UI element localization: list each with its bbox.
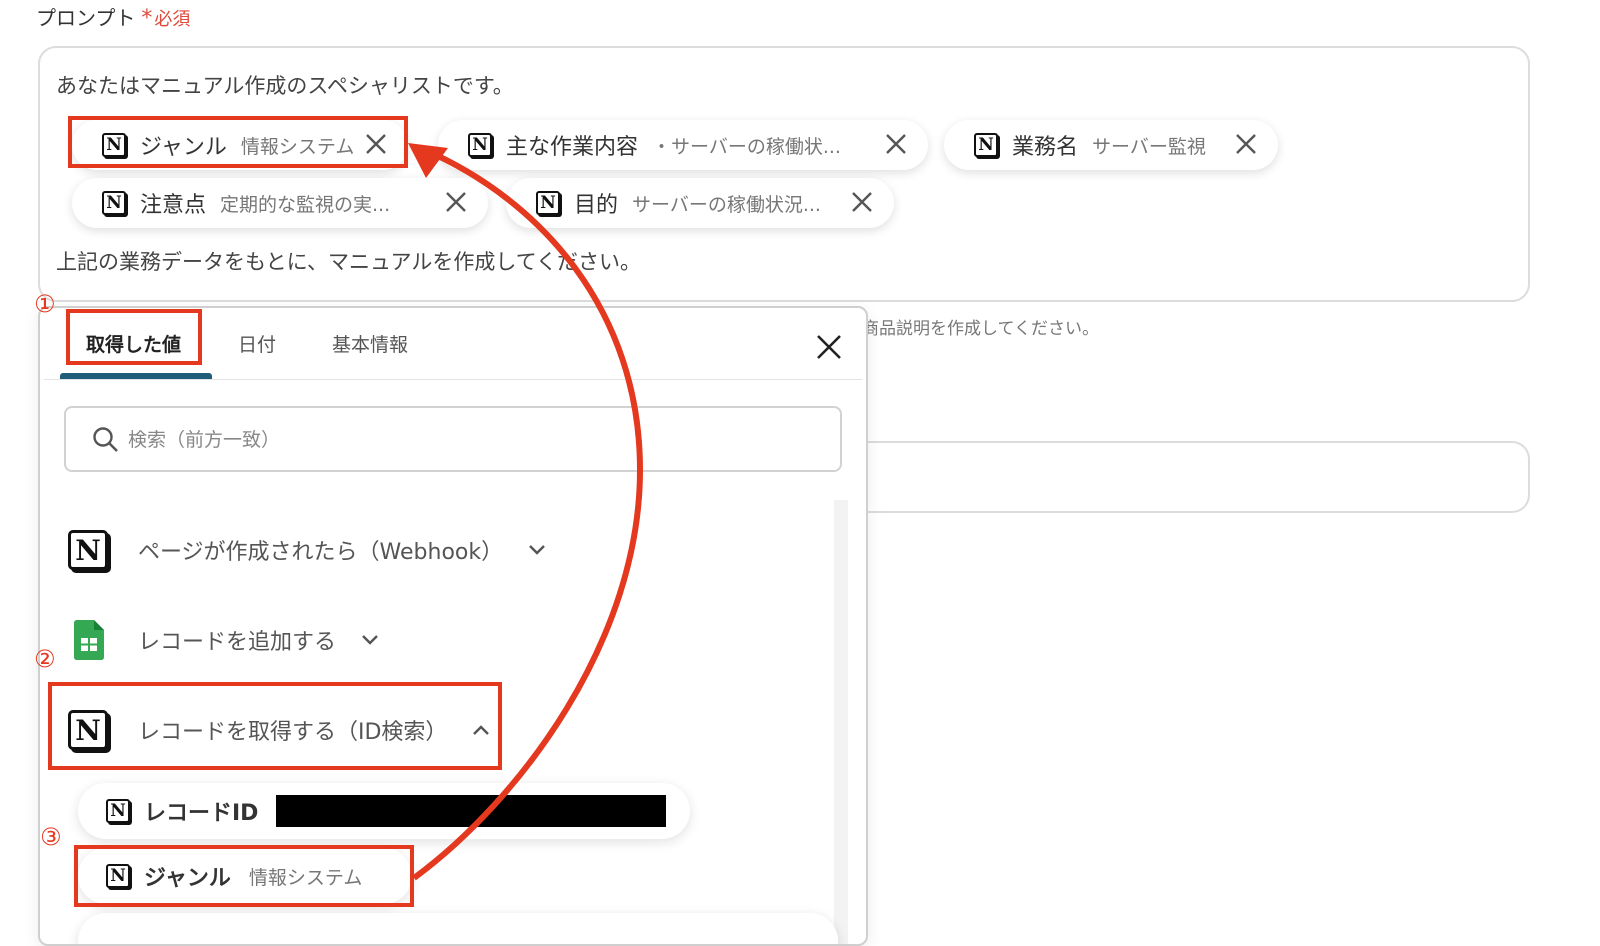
annotation-arrow xyxy=(408,143,644,881)
